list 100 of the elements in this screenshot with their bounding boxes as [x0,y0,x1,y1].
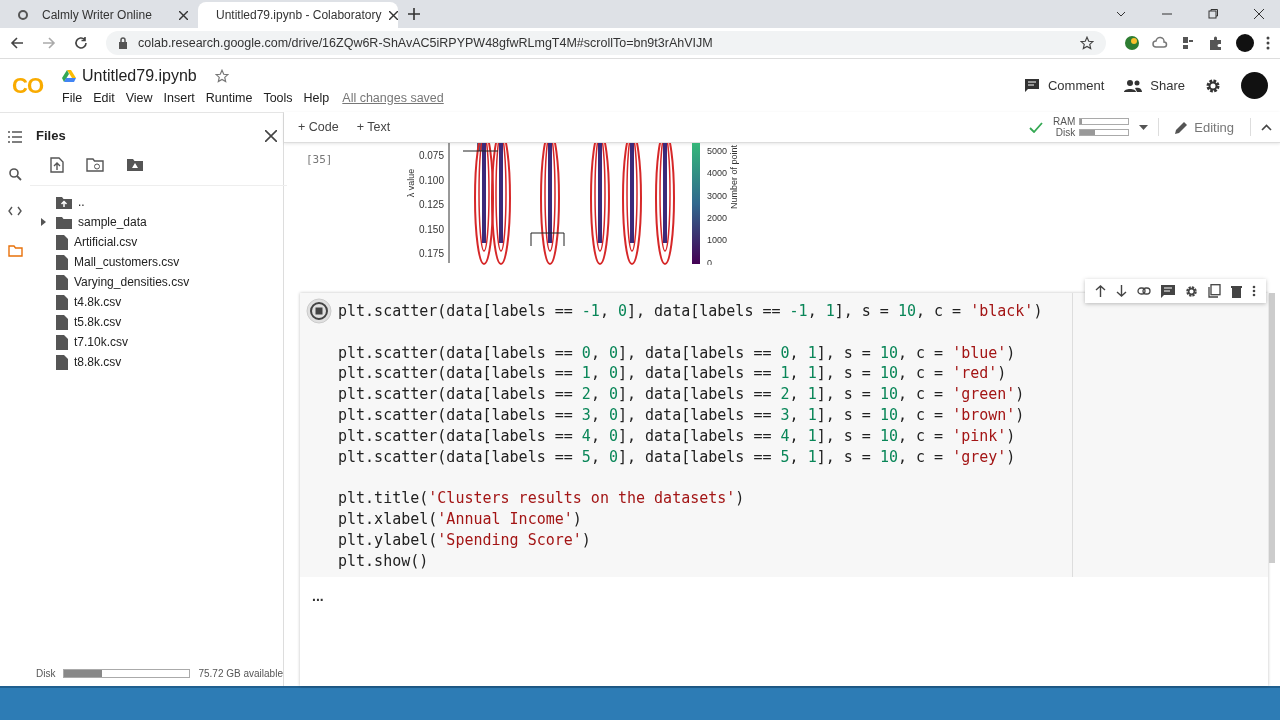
more-icon[interactable] [1252,285,1256,297]
menu-item[interactable]: Insert [163,90,195,105]
menu-item[interactable]: Tools [263,90,293,105]
star-icon[interactable] [1080,36,1094,50]
output-ellipsis: ... [312,588,324,605]
axis-label: λ value [406,168,416,198]
close-icon[interactable] [1254,9,1264,19]
file-icon [56,254,68,270]
puzzle-icon[interactable] [1208,35,1224,51]
axis-label: Number of point [729,145,739,209]
bracket-line [530,232,565,247]
code-line: plt.scatter(data[labels == -1, 0], data[labels == -1, 1], s = 10, c = 'black') [338,301,1044,322]
code-icon[interactable] [8,206,22,216]
globe-icon[interactable] [1124,35,1140,51]
drive-folder-icon[interactable] [126,158,144,172]
menu-item[interactable]: File [62,90,83,105]
link-icon[interactable] [1137,287,1151,295]
chevron-icon[interactable] [1116,9,1126,19]
code-line: plt.title('Clusters results on the datasets') [338,488,746,509]
add-text-button[interactable]: + Text [350,118,397,136]
cloud-icon[interactable] [1152,35,1168,51]
close-icon[interactable] [264,129,277,142]
people-icon [1124,79,1143,92]
address-bar[interactable]: colab.research.google.com/drive/16ZQw6R-ShAvAC5iRPYPW48gfwRLmgT4M#scrollTo=bn9t3rAhVIJM [106,31,1106,55]
pencil-icon [1175,120,1189,134]
new-tab-icon[interactable] [408,8,420,20]
move-down-icon[interactable] [1116,285,1127,297]
share-button[interactable]: Share [1124,78,1185,93]
tick-label: 0.150 [418,223,444,235]
file-icon [56,334,68,350]
code-line: plt.scatter(data[labels == 1, 0], data[labels == 1, 1], s = 10, c = 'red') [338,363,1008,385]
file-icon [56,274,68,290]
tree-entry[interactable]: Mall_customers.csv [30,252,291,272]
execution-count: [35] [306,152,334,168]
tree-entry[interactable]: Varying_densities.csv [30,272,291,292]
search-icon[interactable] [8,168,22,181]
menu-icon[interactable] [8,131,22,143]
browser-tab[interactable]: Calmly Writer Online [8,2,198,28]
disk-label: Disk [36,667,56,679]
file-icon [56,354,68,370]
settings-icon[interactable] [1185,284,1198,298]
tick-label: 0.125 [418,199,444,210]
add-code-button[interactable]: + Code [292,118,345,136]
folder-icon[interactable] [7,245,23,257]
tree-entry[interactable]: t8.8k.csv [30,352,291,372]
settings-icon[interactable] [1205,77,1221,94]
tick-label: 1000 [707,235,728,246]
expand-caret-icon[interactable] [40,218,46,226]
bracket-line [462,150,499,152]
back-icon[interactable] [10,36,24,50]
close-icon[interactable] [179,10,188,20]
editing-button[interactable]: Editing [1169,117,1240,137]
lock-icon [118,37,128,49]
folder-refresh-icon[interactable] [86,158,104,172]
tick-label: 5000 [707,146,728,156]
menu-item[interactable]: Runtime [205,90,253,105]
avatar[interactable] [1241,72,1268,99]
notebook-title[interactable]: Untitled79.ipynb [82,66,197,85]
tick-label: 0.175 [418,248,444,259]
folder-up-icon [56,195,72,209]
check-icon [1029,121,1043,133]
tick-label: 4000 [707,168,728,179]
comment-icon[interactable] [1161,284,1175,298]
code-line: plt.ylabel('Spending Score') [338,529,592,551]
close-icon[interactable] [389,10,399,20]
file-icon [56,294,68,310]
code-line: plt.scatter(data[labels == 0, 0], data[labels == 0, 1], s = 10, c = 'blue') [338,342,1017,364]
menu-item[interactable]: View [125,90,153,105]
menu-item[interactable]: Help [303,90,330,105]
drive-icon [62,69,76,82]
mirror-cell-icon[interactable] [1208,284,1221,298]
tree-entry[interactable]: t5.8k.csv [30,312,291,332]
collapse-icon[interactable] [1261,123,1272,131]
tick-label: 0.075 [418,150,444,161]
star-icon[interactable] [214,68,229,83]
tree-entry[interactable]: Artificial.csv [30,232,291,252]
save-status-link[interactable]: All changes saved [342,90,444,105]
tree-entry[interactable]: .. [30,192,291,212]
dropdown-icon[interactable] [1139,124,1149,130]
code-line: plt.show() [338,550,430,572]
code-line: plt.scatter(data[labels == 5, 0], data[labels == 5, 1], s = 10, c = 'grey') [338,446,1017,468]
stop-button[interactable] [306,298,332,324]
tick-label: 0.100 [418,174,444,186]
delete-icon[interactable] [1231,284,1242,298]
tree-entry[interactable]: t4.8k.csv [30,292,291,312]
file-icon [56,314,68,330]
upload-icon[interactable] [50,157,64,173]
avatar[interactable] [1236,34,1254,52]
tree-entry[interactable]: t7.10k.csv [30,332,291,352]
move-up-icon[interactable] [1095,285,1106,297]
menu-item[interactable]: Edit [93,90,115,105]
more-icon[interactable] [1266,35,1270,51]
browser-tab[interactable]: Untitled79.ipynb - Colaboratory [198,2,398,28]
folder-icon [56,215,72,229]
comment-button[interactable]: Comment [1023,77,1105,94]
tree-entry[interactable]: sample_data [30,212,291,232]
restore-icon[interactable] [1208,9,1218,19]
comment-icon [1023,77,1040,94]
scrollbar-thumb[interactable] [1269,293,1275,563]
reload-icon[interactable] [74,36,88,50]
